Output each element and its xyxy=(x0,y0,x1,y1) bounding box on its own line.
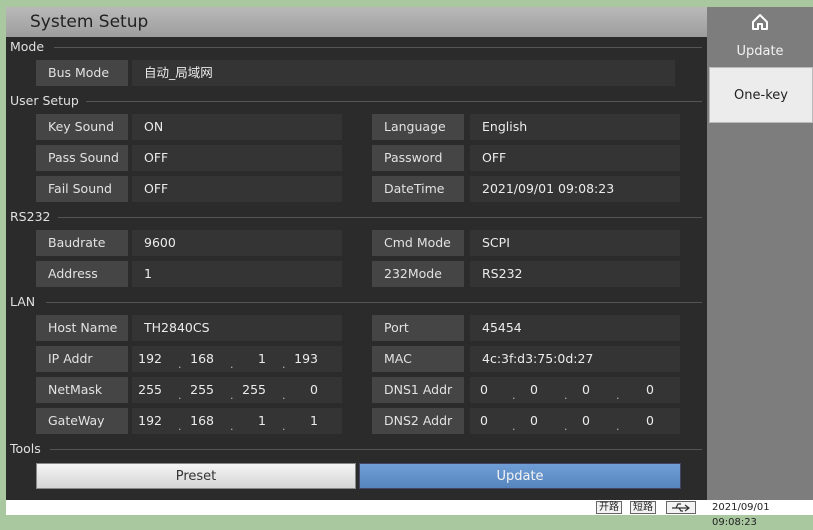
language-label: Language xyxy=(372,114,464,140)
fail-sound-label: Fail Sound xyxy=(36,176,128,202)
port-value[interactable]: 45454 xyxy=(470,315,680,341)
mac-address-value: 4c:3f:d3:75:0d:27 xyxy=(470,346,680,372)
screen: System Setup Mode Bus Mode 自动_局域网 User S… xyxy=(6,7,813,528)
main-panel: Mode Bus Mode 自动_局域网 User Setup Key Soun… xyxy=(6,37,707,500)
divider xyxy=(50,449,702,450)
usb-icon xyxy=(666,501,696,514)
ip-dot: . xyxy=(230,358,234,371)
cmd-mode-value[interactable]: SCPI xyxy=(470,230,680,256)
gateway-octet-2[interactable]: 168 xyxy=(186,408,214,434)
mac-address-label: MAC Address xyxy=(372,346,464,392)
ip-dot: . xyxy=(282,389,286,402)
ip-octet-1[interactable]: 192 xyxy=(134,346,162,372)
netmask-octet-2[interactable]: 255 xyxy=(186,377,214,403)
dns2-octet-3[interactable]: 0 xyxy=(562,408,590,434)
pass-sound-value[interactable]: OFF xyxy=(132,145,342,171)
home-button[interactable] xyxy=(707,7,813,37)
gateway-field[interactable]: 192. 168. 1. 1 xyxy=(132,408,342,434)
short-circuit-indicator: 短路 xyxy=(630,501,656,514)
baudrate-value[interactable]: 9600 xyxy=(132,230,342,256)
right-sidebar: Update One-key xyxy=(707,7,813,500)
dns1-octet-2[interactable]: 0 xyxy=(510,377,538,403)
fail-sound-value[interactable]: OFF xyxy=(132,176,342,202)
dns1-field[interactable]: 0. 0. 0. 0 xyxy=(470,377,680,403)
dns1-octet-1[interactable]: 0 xyxy=(460,377,488,403)
ip-octet-4[interactable]: 193 xyxy=(290,346,318,372)
divider xyxy=(86,101,702,102)
address-label: Address xyxy=(36,261,128,287)
one-key-button[interactable]: One-key xyxy=(709,67,813,123)
gateway-octet-3[interactable]: 1 xyxy=(238,408,266,434)
host-name-value[interactable]: TH2840CS xyxy=(132,315,342,341)
bus-mode-value[interactable]: 自动_局域网 xyxy=(132,60,675,86)
page-title: System Setup xyxy=(6,7,707,37)
open-circuit-indicator: 开路 xyxy=(596,501,622,514)
sidebar-update-label: Update xyxy=(736,44,784,59)
port-label: Port xyxy=(372,315,464,341)
ip-dot: . xyxy=(178,420,182,433)
dns1-octet-4[interactable]: 0 xyxy=(626,377,654,403)
dns1-label: DNS1 Addr xyxy=(372,377,464,403)
status-bar: 开路 短路 2021/09/01 09:08:23 xyxy=(6,500,813,528)
mode232-label: 232Mode xyxy=(372,261,464,287)
netmask-octet-1[interactable]: 255 xyxy=(134,377,162,403)
mode232-value[interactable]: RS232 xyxy=(470,261,680,287)
divider xyxy=(58,217,702,218)
ip-dot: . xyxy=(230,389,234,402)
ip-dot: . xyxy=(616,389,620,402)
ip-dot: . xyxy=(282,358,286,371)
pass-sound-label: Pass Sound xyxy=(36,145,128,171)
dns2-field[interactable]: 0. 0. 0. 0 xyxy=(470,408,680,434)
ip-dot: . xyxy=(178,389,182,402)
section-mode-title: Mode xyxy=(10,39,45,54)
ip-octet-3[interactable]: 1 xyxy=(238,346,266,372)
section-tools-title: Tools xyxy=(10,441,41,456)
update-button[interactable]: Update xyxy=(359,463,681,489)
datetime-value[interactable]: 2021/09/01 09:08:23 xyxy=(470,176,680,202)
netmask-label: NetMask xyxy=(36,377,128,403)
gateway-octet-4[interactable]: 1 xyxy=(290,408,318,434)
netmask-octet-4[interactable]: 0 xyxy=(290,377,318,403)
dns1-octet-3[interactable]: 0 xyxy=(562,377,590,403)
netmask-field[interactable]: 255. 255. 255. 0 xyxy=(132,377,342,403)
address-value[interactable]: 1 xyxy=(132,261,342,287)
language-value[interactable]: English xyxy=(470,114,680,140)
dns2-octet-2[interactable]: 0 xyxy=(510,408,538,434)
ip-addr-label: IP Addr xyxy=(36,346,128,372)
baudrate-label: Baudrate xyxy=(36,230,128,256)
ip-dot: . xyxy=(282,420,286,433)
key-sound-value[interactable]: ON xyxy=(132,114,342,140)
dns2-octet-4[interactable]: 0 xyxy=(626,408,654,434)
dns2-octet-1[interactable]: 0 xyxy=(460,408,488,434)
preset-button[interactable]: Preset xyxy=(36,463,356,489)
ip-dot: . xyxy=(178,358,182,371)
host-name-label: Host Name xyxy=(36,315,128,341)
section-user-setup-title: User Setup xyxy=(10,93,79,108)
password-value[interactable]: OFF xyxy=(470,145,680,171)
ip-octet-2[interactable]: 168 xyxy=(186,346,214,372)
section-rs232-title: RS232 xyxy=(10,209,51,224)
datetime-label: DateTime xyxy=(372,176,464,202)
ip-addr-field[interactable]: 192. 168. 1. 193 xyxy=(132,346,342,372)
bus-mode-label: Bus Mode xyxy=(36,60,128,86)
password-label: Password xyxy=(372,145,464,171)
status-time: 2021/09/01 09:08:23 xyxy=(712,502,770,528)
section-lan-title: LAN xyxy=(10,294,36,309)
divider xyxy=(54,47,702,48)
ip-dot: . xyxy=(230,420,234,433)
gateway-label: GateWay xyxy=(36,408,128,434)
netmask-octet-3[interactable]: 255 xyxy=(238,377,266,403)
home-icon xyxy=(752,14,768,30)
dns2-label: DNS2 Addr xyxy=(372,408,464,434)
cmd-mode-label: Cmd Mode xyxy=(372,230,464,256)
divider xyxy=(46,302,702,303)
key-sound-label: Key Sound xyxy=(36,114,128,140)
gateway-octet-1[interactable]: 192 xyxy=(134,408,162,434)
ip-dot: . xyxy=(616,420,620,433)
